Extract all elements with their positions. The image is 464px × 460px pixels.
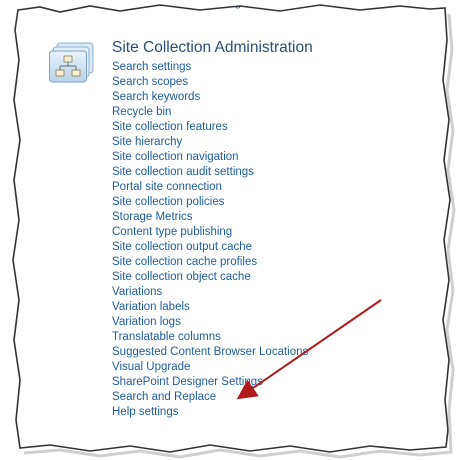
site-hierarchy-icon	[49, 42, 94, 83]
link-help-settings[interactable]: Help settings	[112, 405, 308, 420]
link-site-collection-policies[interactable]: Site collection policies	[112, 195, 308, 210]
link-site-hierarchy[interactable]: Site hierarchy	[112, 135, 308, 150]
link-site-collection-navigation[interactable]: Site collection navigation	[112, 150, 308, 165]
link-search-and-replace[interactable]: Search and Replace	[112, 390, 308, 405]
link-portal-site-connection[interactable]: Portal site connection	[112, 180, 308, 195]
link-suggested-content-browser-locations[interactable]: Suggested Content Browser Locations	[112, 345, 308, 360]
link-search-scopes[interactable]: Search scopes	[112, 75, 308, 90]
link-variation-labels[interactable]: Variation labels	[112, 300, 308, 315]
previous-section-links: Content and structure logs	[112, 0, 247, 11]
link-variation-logs[interactable]: Variation logs	[112, 315, 308, 330]
link-variations[interactable]: Variations	[112, 285, 308, 300]
site-collection-admin-links: Search settings Search scopes Search key…	[112, 60, 308, 420]
link-site-collection-output-cache[interactable]: Site collection output cache	[112, 240, 308, 255]
link-search-settings[interactable]: Search settings	[112, 60, 308, 75]
section-title: Site Collection Administration	[112, 39, 313, 56]
link-recycle-bin[interactable]: Recycle bin	[112, 105, 308, 120]
link-site-collection-audit-settings[interactable]: Site collection audit settings	[112, 165, 308, 180]
link-storage-metrics[interactable]: Storage Metrics	[112, 210, 308, 225]
link-site-collection-features[interactable]: Site collection features	[112, 120, 308, 135]
settings-page: Content and structure logs Site Collecti…	[0, 0, 464, 460]
link-content-type-publishing[interactable]: Content type publishing	[112, 225, 308, 240]
link-sharepoint-designer-settings[interactable]: SharePoint Designer Settings	[112, 375, 308, 390]
link-translatable-columns[interactable]: Translatable columns	[112, 330, 308, 345]
link-site-collection-object-cache[interactable]: Site collection object cache	[112, 270, 308, 285]
link-search-keywords[interactable]: Search keywords	[112, 90, 308, 105]
link-visual-upgrade[interactable]: Visual Upgrade	[112, 360, 308, 375]
link-site-collection-cache-profiles[interactable]: Site collection cache profiles	[112, 255, 308, 270]
link-content-and-structure-logs[interactable]: Content and structure logs	[112, 0, 247, 11]
